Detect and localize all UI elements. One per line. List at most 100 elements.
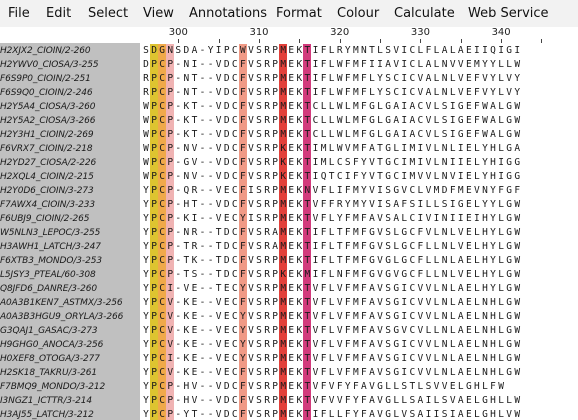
residue: R xyxy=(264,255,270,266)
sequence-name[interactable]: F6XTB3_MONDO/3-253 xyxy=(0,254,102,268)
sequence-name[interactable]: H9GHG0_ANOCA/3-256 xyxy=(0,338,103,352)
alignment-row[interactable]: YPCP-TR--TDCFVSRAMEKTIFLTFMFGVSLGCFLLNLV… xyxy=(140,240,578,254)
sequence-name[interactable]: H2Y5A4_CIOSA/3-260 xyxy=(0,100,95,114)
residue: F xyxy=(361,325,367,336)
residue: E xyxy=(288,73,295,84)
sequence-name[interactable]: I3NGZ1_ICTTR/3-214 xyxy=(0,394,92,408)
alignment-row[interactable]: WPCP-KT--VDCFVSRPMEKTCLLWLMFGLGAIACVLSIG… xyxy=(140,114,578,128)
residue: D xyxy=(223,241,230,252)
alignment-row[interactable]: RPCP-NT--VDCFVSRPMEKTIFLWFMFLYSCICVALNLV… xyxy=(140,72,578,86)
residue: P xyxy=(272,339,278,350)
sequence-name[interactable]: F6S9Q0_CIOIN/2-246 xyxy=(0,86,93,100)
residue: L xyxy=(377,129,383,140)
residue: T xyxy=(409,381,416,392)
alignment-row[interactable]: YPCP-HV--VDCFVSRPMEKTVFVVFYFAVGLLSAILSVA… xyxy=(140,394,578,408)
alignment-row[interactable]: WPCP-GV--VDCFVSRPKEKTIMLCSFYVTGCIMIVLNII… xyxy=(140,156,578,170)
residue: S xyxy=(256,353,262,364)
residue: V xyxy=(328,381,335,392)
menu-calculate[interactable]: Calculate xyxy=(394,6,455,21)
sequence-name[interactable]: A0A3B1KEN7_ASTMX/3-256 xyxy=(0,296,123,310)
alignment-row[interactable]: YPCP-NR--TDCFVSRAMEKTIFLTFMFGVSLGCFVLNLV… xyxy=(140,226,578,240)
sequence-names-panel[interactable]: H2XJX2_CIOIN/2-260 H2YWV0_CIOSA/3-255 F6S9… xyxy=(0,43,140,420)
sequence-name[interactable]: H2Y5A2_CIOSA/3-266 xyxy=(0,114,95,128)
residue: Y xyxy=(361,157,367,168)
alignment-row[interactable]: YPCP-KI--VECYISRPMEKTVFLYFMFAVSALCIVINII… xyxy=(140,212,578,226)
residue: L xyxy=(425,269,432,280)
alignment-row[interactable]: YPCV-KE--VECYVSRPMEKTVFLVFMFAVSGVCVLLNLA… xyxy=(140,324,578,338)
alignment-row[interactable]: YPCV-KE--VECYVSRPMEKTVFLVFMFAVSGICVVLNLA… xyxy=(140,338,578,352)
alignment-row[interactable]: WPCP-KT--VDCFVSRPMEKTCLLWLMFGLGAIACVLSIG… xyxy=(140,100,578,114)
residue: L xyxy=(417,381,424,392)
sequence-name[interactable]: H3AWH1_LATCH/3-247 xyxy=(0,240,101,254)
residue: K xyxy=(296,311,303,322)
residue: I xyxy=(401,283,408,294)
residue: V xyxy=(457,87,464,98)
sequence-name[interactable]: A0A3B3HGU9_ORYLA/3-266 xyxy=(0,310,123,324)
sequence-name[interactable]: H2Y0D6_CIOIN/3-273 xyxy=(0,184,94,198)
menu-annotations[interactable]: Annotations xyxy=(189,6,267,21)
sequence-name[interactable]: H2Y3H1_CIOIN/2-269 xyxy=(0,128,94,142)
alignment-row[interactable]: YPCP-TS--TDCFVSRPKEKMIFLNFMFGVGVGCFLLNLV… xyxy=(140,268,578,282)
sequence-name[interactable]: H2SK18_TAKRU/3-261 xyxy=(0,366,97,380)
sequence-name[interactable]: H2XJX2_CIOIN/2-260 xyxy=(0,44,91,58)
menu-file[interactable]: File xyxy=(8,6,30,21)
residue: C xyxy=(158,282,167,296)
residue: E xyxy=(288,311,295,322)
alignment-row[interactable]: YPCV-KE--VECFVSRPMEKTVFLVFMFAVSGICVVLNLA… xyxy=(140,296,578,310)
residue: C xyxy=(231,367,238,378)
residue: R xyxy=(264,367,270,378)
residue: I xyxy=(401,59,408,70)
sequence-name[interactable]: F7AWX4_CIOIN/3-233 xyxy=(0,198,95,212)
menu-view[interactable]: View xyxy=(143,6,174,21)
sequence-name[interactable]: F6UBJ9_CIOIN/2-265 xyxy=(0,212,89,226)
sequence-name[interactable]: F7BMQ9_MONDO/3-212 xyxy=(0,380,105,394)
alignment-row[interactable]: YPCV-KE--VECFVSRPMEKTVFLVFMFAVSGICVVLNLA… xyxy=(140,366,578,380)
residue: L xyxy=(328,367,335,378)
alignment-row[interactable]: YPCI-VE--TECYVSRPMEKTVFLVFMFAVSGICVVLNLA… xyxy=(140,282,578,296)
menu-colour[interactable]: Colour xyxy=(337,6,379,21)
alignment-row[interactable]: YPCP-YT--VDCFVSRPMEKTIFLLFYFAVGLVSAIISIA… xyxy=(140,408,578,420)
alignment-row[interactable]: YPCP-HT--VDCFVSRPMEKTVFFRYMYVISAFSILLSIG… xyxy=(140,198,578,212)
residue: Y xyxy=(238,352,247,366)
alignment-row[interactable]: YPCI-KE--VECYVSRPMEKTVFLVFMFAVSGICVVLNLA… xyxy=(140,352,578,366)
sequence-name[interactable]: G3QAJ1_GASAC/3-273 xyxy=(0,324,98,338)
alignment-row[interactable]: YPCP-HV--VDCFVSRPMEKTVFVFYFAVGLLSTLSVVEL… xyxy=(140,380,578,394)
sequence-name[interactable]: H0XEF8_OTOGA/3-277 xyxy=(0,352,100,366)
sequence-name[interactable]: W5NLN3_LEPOC/3-255 xyxy=(0,226,100,240)
alignment-panel[interactable]: SDGNSDA-YIPCWVSRPMEKTIFLRYMNTLSVICLFLALA… xyxy=(140,43,578,420)
sequence-name[interactable]: H3AJ55_LATCH/3-212 xyxy=(0,408,94,420)
sequence-name[interactable]: L5JSY3_PTEAL/60-308 xyxy=(0,268,96,282)
sequence-name[interactable]: F6VRX7_CIOIN/2-218 xyxy=(0,142,93,156)
alignment-row[interactable]: RPCP-NT--VDCFVSRPMEKTIFLWFMFLYSCICVALNLV… xyxy=(140,86,578,100)
residue: G xyxy=(385,409,391,420)
residue: A xyxy=(393,115,400,126)
sequence-name[interactable]: H2YWV0_CIOSA/3-255 xyxy=(0,58,99,72)
residue: F xyxy=(474,87,480,98)
menu-format[interactable]: Format xyxy=(276,6,322,21)
residue: C xyxy=(409,185,416,196)
residue: F xyxy=(238,86,247,100)
alignment-row[interactable]: YPCP-TK--TDCFVSRPMEKTIFLTFMFGVGLGCFLLNLA… xyxy=(140,254,578,268)
residue: T xyxy=(303,380,312,394)
residue: W xyxy=(514,409,521,420)
sequence-name[interactable]: H2YD27_CIOSA/2-226 xyxy=(0,156,96,170)
sequence-name[interactable]: H2XQL4_CIOIN/2-215 xyxy=(0,170,94,184)
residue: G xyxy=(385,143,391,154)
sequence-name[interactable]: F6S9P0_CIOIN/2-251 xyxy=(0,72,91,86)
alignment-row[interactable]: SDGNSDA-YIPCWVSRPMEKTIFLRYMNTLSVICLFLALA… xyxy=(140,44,578,58)
menu-select[interactable]: Select xyxy=(88,6,128,21)
alignment-row[interactable]: WPCP-KT--VDCFVSRPMEKTCLLWLMFGLGAIACVLSIG… xyxy=(140,128,578,142)
residue: L xyxy=(433,157,440,168)
menu-edit[interactable]: Edit xyxy=(46,6,71,21)
sequence-name[interactable]: Q8JFD6_DANRE/3-260 xyxy=(0,282,97,296)
alignment-row[interactable]: YPCP-QR--VECFISRPMEKNVFLIFMYVISGVCLVMDFM… xyxy=(140,184,578,198)
residue: - xyxy=(207,129,214,140)
alignment-row[interactable]: DPCP-NI--VDCFVSRPMEKTIFLWFMFIIAVICLALNVV… xyxy=(140,58,578,72)
residue: V xyxy=(248,59,254,70)
menu-web-service[interactable]: Web Service xyxy=(468,6,549,21)
alignment-row[interactable]: WPCP-NV--VDCFVSRPKEKTIMLWVMFATGLIMIVLNLI… xyxy=(140,142,578,156)
alignment-row[interactable]: YPCV-KE--VECYVSRPMEKTVFLVFMFAVSGICVVLNLA… xyxy=(140,310,578,324)
residue: C xyxy=(231,73,238,84)
residue: V xyxy=(166,296,175,310)
alignment-row[interactable]: WPCP-NV--VDCFVSRPKEKTIQTCIFYVTGCIMVVLNVI… xyxy=(140,170,578,184)
